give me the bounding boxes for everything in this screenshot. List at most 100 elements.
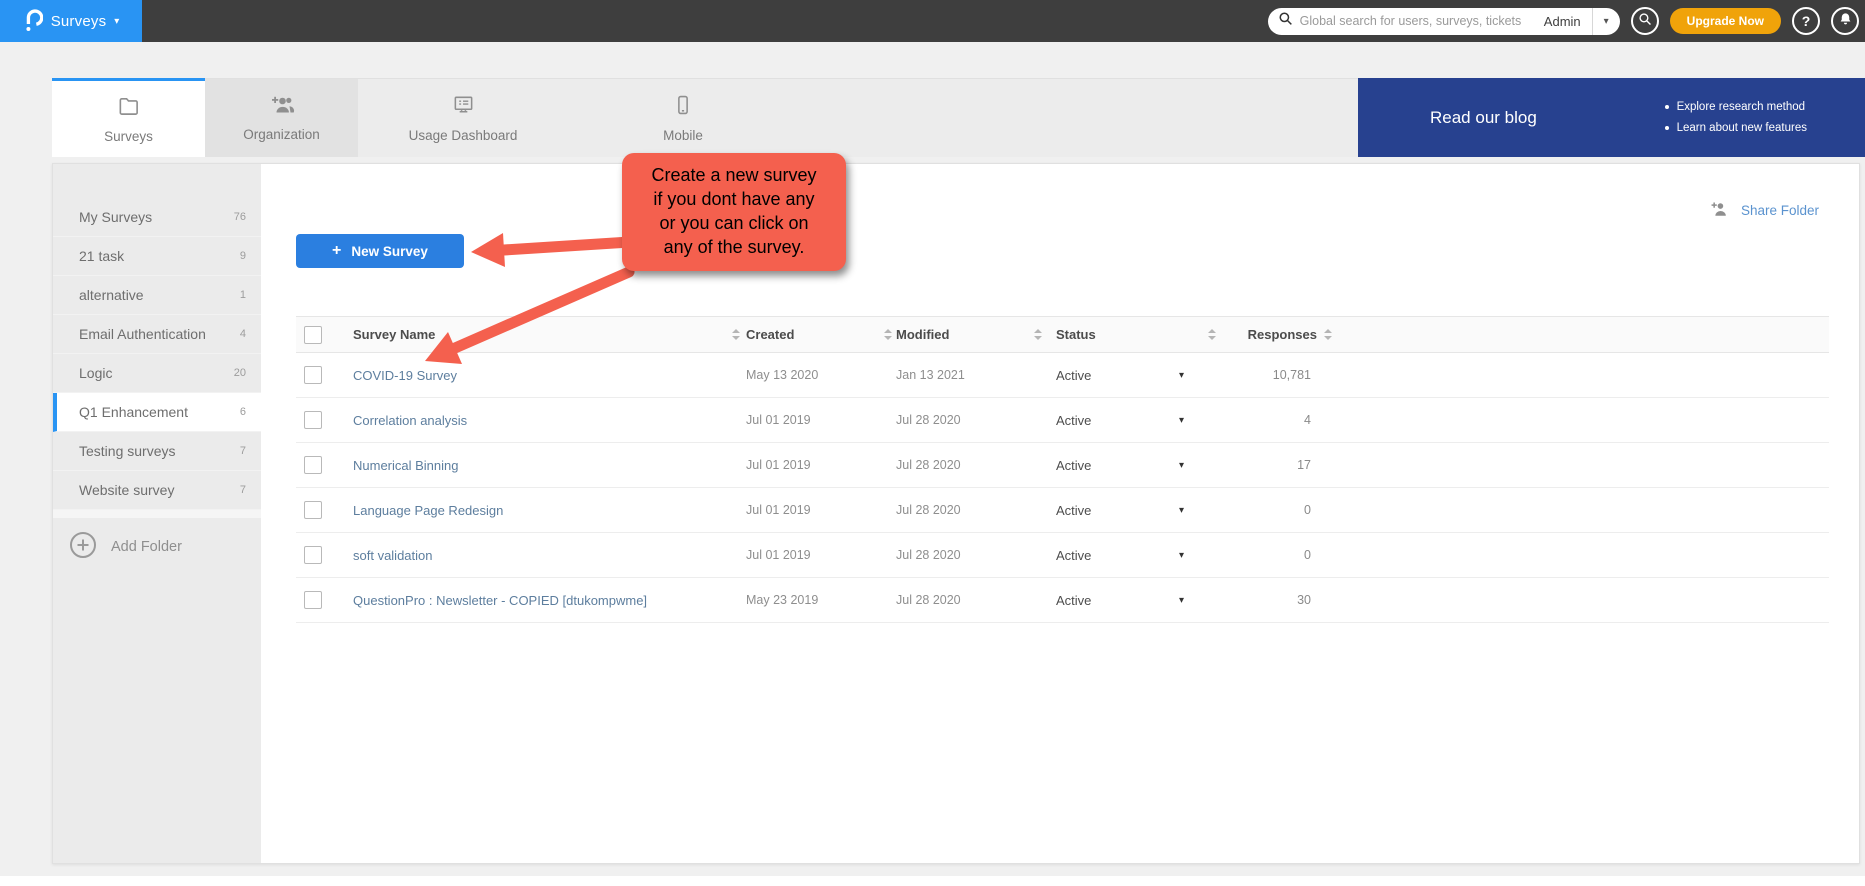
folder-label: Testing surveys bbox=[79, 443, 175, 459]
status-dropdown-icon[interactable]: ▾ bbox=[1179, 415, 1184, 426]
folder-count: 9 bbox=[240, 250, 246, 262]
created-date: May 23 2019 bbox=[746, 593, 818, 607]
global-search[interactable]: Admin ▾ bbox=[1268, 8, 1620, 35]
status-dropdown-icon[interactable]: ▾ bbox=[1179, 505, 1184, 516]
share-folder-label: Share Folder bbox=[1741, 203, 1819, 218]
row-checkbox[interactable] bbox=[304, 546, 322, 564]
sort-icon[interactable] bbox=[1208, 329, 1216, 340]
blog-banner: Read our blog Explore research method Le… bbox=[1358, 78, 1865, 157]
folder-label: Q1 Enhancement bbox=[79, 404, 188, 420]
survey-name-link[interactable]: Correlation analysis bbox=[353, 413, 467, 428]
tab-label: Organization bbox=[243, 127, 320, 142]
surveys-table: Survey Name Created Modified Status Resp… bbox=[296, 316, 1829, 623]
sidebar-item-my-surveys[interactable]: My Surveys 76 bbox=[53, 198, 261, 237]
row-checkbox[interactable] bbox=[304, 501, 322, 519]
folder-count: 1 bbox=[240, 289, 246, 301]
bullet-dot-icon bbox=[1665, 105, 1669, 109]
sidebar-item-21-task[interactable]: 21 task 9 bbox=[53, 237, 261, 276]
topbar-actions: Admin ▾ Upgrade Now ? bbox=[1268, 0, 1859, 42]
add-folder-label: Add Folder bbox=[111, 539, 182, 555]
search-input[interactable] bbox=[1300, 14, 1538, 28]
product-name: Surveys bbox=[51, 13, 107, 30]
select-all-checkbox[interactable] bbox=[304, 326, 322, 344]
column-created[interactable]: Created bbox=[746, 327, 794, 342]
survey-name-link[interactable]: Language Page Redesign bbox=[353, 503, 503, 518]
search-button[interactable] bbox=[1631, 7, 1659, 35]
responses-count: 0 bbox=[1304, 548, 1311, 562]
sidebar-item-testing-surveys[interactable]: Testing surveys 7 bbox=[53, 432, 261, 471]
created-date: Jul 01 2019 bbox=[746, 503, 811, 517]
status-value: Active bbox=[1056, 593, 1091, 608]
status-dropdown-icon[interactable]: ▾ bbox=[1179, 550, 1184, 561]
row-checkbox[interactable] bbox=[304, 591, 322, 609]
sidebar-item-website-survey[interactable]: Website survey 7 bbox=[53, 471, 261, 510]
survey-name-link[interactable]: COVID-19 Survey bbox=[353, 368, 457, 383]
sidebar-item-alternative[interactable]: alternative 1 bbox=[53, 276, 261, 315]
column-modified[interactable]: Modified bbox=[896, 327, 949, 342]
folder-count: 76 bbox=[234, 211, 246, 223]
row-checkbox[interactable] bbox=[304, 411, 322, 429]
sort-icon[interactable] bbox=[1034, 329, 1042, 340]
modified-date: Jul 28 2020 bbox=[896, 458, 961, 472]
folder-count: 20 bbox=[234, 367, 246, 379]
help-button[interactable]: ? bbox=[1792, 7, 1820, 35]
tab-label: Surveys bbox=[104, 129, 153, 144]
tab-mobile[interactable]: Mobile bbox=[568, 79, 798, 157]
read-our-blog-link[interactable]: Read our blog bbox=[1430, 108, 1537, 128]
status-dropdown-icon[interactable]: ▾ bbox=[1179, 370, 1184, 381]
share-folder-button[interactable]: Share Folder bbox=[1709, 200, 1819, 221]
blog-bullet-link[interactable]: Learn about new features bbox=[1665, 122, 1807, 134]
folder-label: Website survey bbox=[79, 482, 174, 498]
column-survey-name[interactable]: Survey Name bbox=[353, 327, 435, 342]
add-folder-button[interactable]: Add Folder bbox=[53, 518, 261, 576]
sort-icon[interactable] bbox=[884, 329, 892, 340]
chevron-down-icon: ▾ bbox=[114, 16, 119, 27]
bell-icon bbox=[1838, 11, 1853, 32]
folders-sidebar: My Surveys 76 21 task 9 alternative 1 Em… bbox=[53, 164, 261, 863]
column-status[interactable]: Status bbox=[1056, 327, 1096, 342]
status-value: Active bbox=[1056, 413, 1091, 428]
folder-count: 7 bbox=[240, 484, 246, 496]
table-header: Survey Name Created Modified Status Resp… bbox=[296, 316, 1829, 353]
dashboard-icon bbox=[452, 93, 475, 119]
blog-bullets: Explore research method Learn about new … bbox=[1665, 101, 1807, 134]
sort-icon[interactable] bbox=[1324, 329, 1332, 340]
tab-organization[interactable]: Organization bbox=[205, 79, 358, 157]
table-row: soft validation Jul 01 2019 Jul 28 2020 … bbox=[296, 533, 1829, 578]
sort-icon[interactable] bbox=[732, 329, 740, 340]
main-tabs: Surveys Organization Usage Dashboard bbox=[52, 78, 1358, 157]
created-date: Jul 01 2019 bbox=[746, 413, 811, 427]
sidebar-item-logic[interactable]: Logic 20 bbox=[53, 354, 261, 393]
status-dropdown-icon[interactable]: ▾ bbox=[1179, 595, 1184, 606]
row-checkbox[interactable] bbox=[304, 366, 322, 384]
add-person-icon bbox=[269, 94, 295, 118]
notifications-button[interactable] bbox=[1831, 7, 1859, 35]
row-checkbox[interactable] bbox=[304, 456, 322, 474]
folder-count: 7 bbox=[240, 445, 246, 457]
sidebar-item-q1-enhancement[interactable]: Q1 Enhancement 6 bbox=[53, 393, 261, 432]
table-row: Correlation analysis Jul 01 2019 Jul 28 … bbox=[296, 398, 1829, 443]
page-bottom-strip bbox=[0, 876, 1865, 886]
upgrade-now-button[interactable]: Upgrade Now bbox=[1670, 8, 1781, 34]
search-scope-dropdown[interactable]: ▾ bbox=[1592, 8, 1620, 35]
column-responses[interactable]: Responses bbox=[1248, 327, 1317, 342]
bullet-dot-icon bbox=[1665, 126, 1669, 130]
status-dropdown-icon[interactable]: ▾ bbox=[1179, 460, 1184, 471]
sidebar-item-email-authentication[interactable]: Email Authentication 4 bbox=[53, 315, 261, 354]
product-switcher[interactable]: Surveys ▾ bbox=[0, 0, 142, 42]
status-value: Active bbox=[1056, 503, 1091, 518]
blog-bullet-link[interactable]: Explore research method bbox=[1665, 101, 1807, 113]
responses-count: 17 bbox=[1297, 458, 1311, 472]
survey-name-link[interactable]: soft validation bbox=[353, 548, 433, 563]
tab-surveys[interactable]: Surveys bbox=[52, 78, 205, 157]
plus-circle-icon bbox=[68, 530, 98, 564]
survey-name-link[interactable]: QuestionPro : Newsletter - COPIED [dtuko… bbox=[353, 593, 647, 608]
admin-scope-label[interactable]: Admin bbox=[1538, 14, 1592, 29]
tab-usage-dashboard[interactable]: Usage Dashboard bbox=[358, 79, 568, 157]
new-survey-button[interactable]: + New Survey bbox=[296, 234, 464, 268]
survey-name-link[interactable]: Numerical Binning bbox=[353, 458, 459, 473]
sidebar-divider bbox=[53, 510, 261, 518]
folder-count: 4 bbox=[240, 328, 246, 340]
folder-icon bbox=[117, 94, 140, 120]
status-value: Active bbox=[1056, 548, 1091, 563]
